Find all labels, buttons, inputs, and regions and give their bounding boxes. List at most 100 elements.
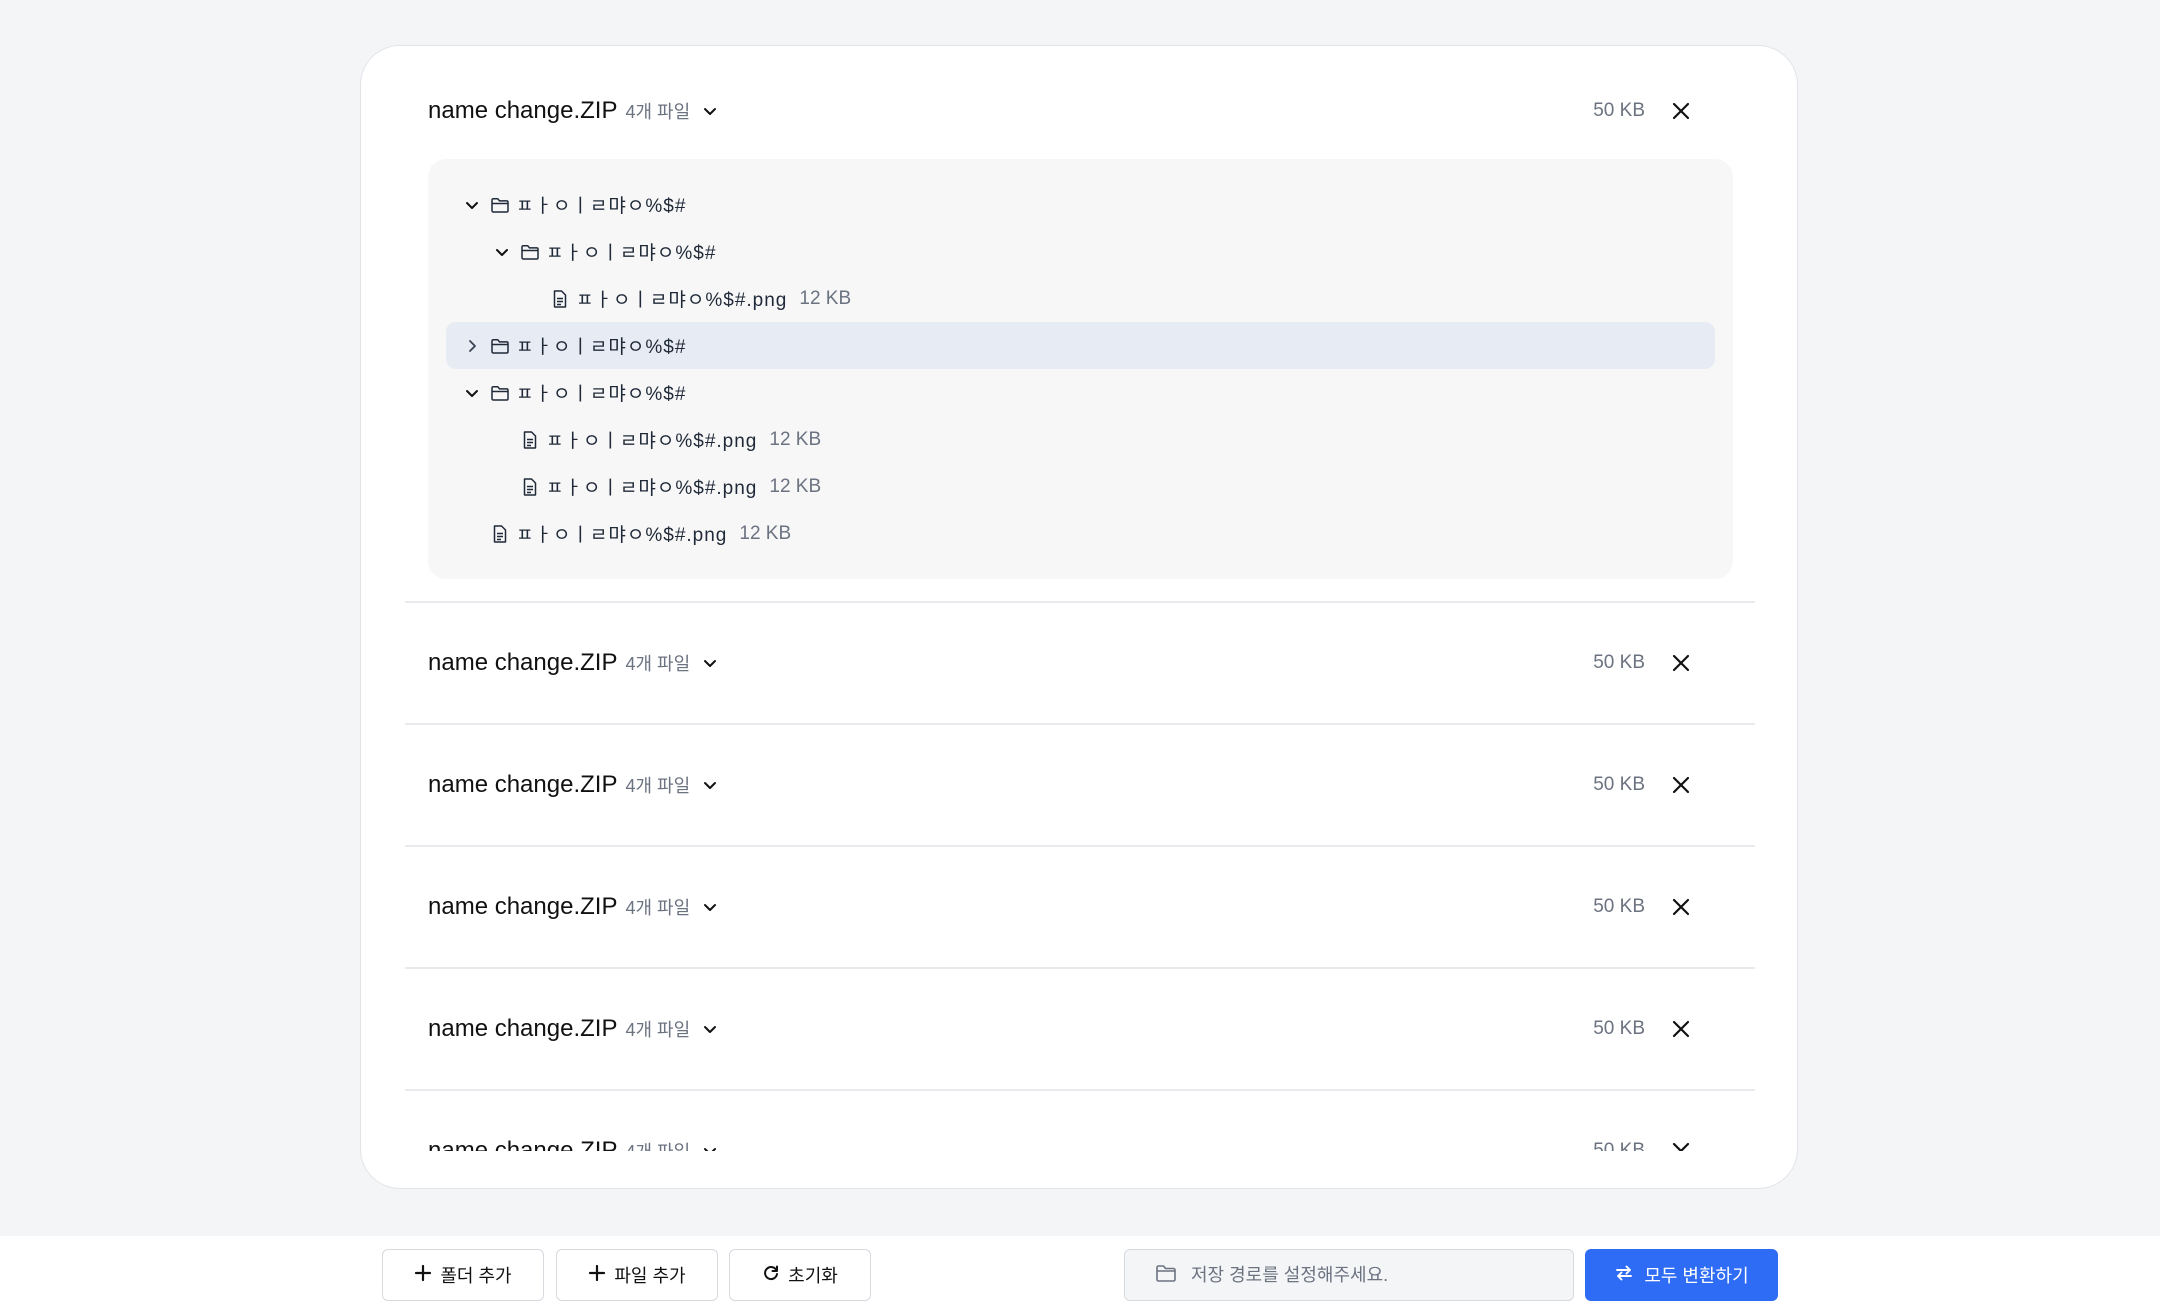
zip-item: name change.ZIP 4개 파일 50 KB [405, 725, 1755, 847]
folder-icon [490, 336, 510, 356]
chevron-down-icon[interactable] [460, 381, 484, 405]
convert-all-label: 모두 변환하기 [1644, 1266, 1749, 1286]
file-icon [520, 430, 540, 450]
zip-header[interactable]: name change.ZIP 4개 파일 50 KB [405, 847, 1755, 967]
zip-name-group: name change.ZIP 4개 파일 [428, 725, 722, 845]
add-folder-label: 폴더 추가 [440, 1266, 512, 1286]
add-file-button[interactable]: 파일 추가 [556, 1249, 718, 1301]
zip-item: name change.ZIP 4개 파일 50 KB [405, 603, 1755, 725]
chevron-down-icon[interactable] [698, 895, 722, 919]
close-icon[interactable] [1667, 97, 1695, 125]
chevron-down-icon[interactable] [698, 1139, 722, 1151]
zip-file-name: name change.ZIP [428, 96, 618, 124]
tree-file-row[interactable]: ㅍㅏㅇㅣㄹ먀ㅇ%$#.png 12 KB [446, 510, 1715, 557]
file-size: 12 KB [739, 522, 792, 544]
folder-name: ㅍㅏㅇㅣㄹ먀ㅇ%$# [516, 384, 687, 405]
zip-file-name: name change.ZIP [428, 649, 618, 676]
save-path-field[interactable] [1124, 1249, 1574, 1301]
zip-meta: 50 KB [1593, 725, 1695, 845]
tree-folder-row[interactable]: ㅍㅏㅇㅣㄹ먀ㅇ%$# [446, 369, 1715, 416]
zip-meta: 50 KB [1593, 603, 1695, 723]
zip-file-count: 4개 파일 [625, 101, 691, 122]
reset-button[interactable]: 초기화 [729, 1249, 871, 1301]
add-folder-button[interactable]: 폴더 추가 [382, 1249, 544, 1301]
zip-size: 50 KB [1593, 1018, 1645, 1039]
close-icon[interactable] [1667, 1015, 1695, 1043]
chevron-down-icon[interactable] [698, 99, 722, 123]
zip-name-group: name change.ZIP 4개 파일 [428, 969, 722, 1089]
tree-folder-row[interactable]: ㅍㅏㅇㅣㄹ먀ㅇ%$# [446, 228, 1715, 275]
zip-meta: 50 KB [1593, 847, 1695, 967]
zip-name-group: name change.ZIP 4개 파일 [428, 603, 722, 723]
chevron-down-icon[interactable] [698, 651, 722, 675]
tree-file-row[interactable]: ㅍㅏㅇㅣㄹ먀ㅇ%$#.png 12 KB [446, 463, 1715, 510]
save-path-input[interactable] [1189, 1263, 1553, 1287]
zip-size: 50 KB [1593, 99, 1645, 121]
chevron-down-icon[interactable] [698, 773, 722, 797]
zip-size: 50 KB [1593, 652, 1645, 673]
zip-header[interactable]: name change.ZIP 4개 파일 50 KB [405, 725, 1755, 845]
folder-icon [490, 195, 510, 215]
close-icon[interactable] [1667, 649, 1695, 677]
folder-icon [1155, 1263, 1177, 1288]
close-icon[interactable] [1667, 771, 1695, 799]
zip-meta: 50 KB [1593, 969, 1695, 1089]
zip-item: name change.ZIP 4개 파일 50 KB [405, 969, 1755, 1091]
folder-icon [520, 242, 540, 262]
zip-file-count: 4개 파일 [625, 1138, 690, 1151]
file-name: ㅍㅏㅇㅣㄹ먀ㅇ%$#.png [516, 525, 728, 546]
zip-file-name: name change.ZIP [428, 893, 618, 920]
zip-list-card: name change.ZIP 4개 파일 50 KB ㅍㅏㅇㅣㄹ먀ㅇ%$# ㅍㅏㅇㅣㄹ… [360, 45, 1798, 1189]
file-name: ㅍㅏㅇㅣㄹ먀ㅇ%$#.png [546, 478, 758, 499]
zip-item: name change.ZIP 4개 파일 50 KB ㅍㅏㅇㅣㄹ먀ㅇ%$# ㅍㅏㅇㅣㄹ… [405, 46, 1755, 603]
zip-file-count: 4개 파일 [625, 898, 691, 918]
close-icon[interactable] [1667, 893, 1695, 921]
tree-folder-row[interactable]: ㅍㅏㅇㅣㄹ먀ㅇ%$# [446, 181, 1715, 228]
tree-file-row[interactable]: ㅍㅏㅇㅣㄹ먀ㅇ%$#.png 12 KB [446, 275, 1715, 322]
close-icon[interactable] [1667, 1137, 1695, 1151]
file-icon [520, 477, 540, 497]
reset-label: 초기화 [788, 1266, 838, 1286]
zip-header[interactable]: name change.ZIP 4개 파일 50 KB [405, 603, 1755, 723]
plus-icon [588, 1264, 606, 1287]
plus-icon [414, 1264, 432, 1287]
folder-name: ㅍㅏㅇㅣㄹ먀ㅇ%$# [516, 337, 687, 358]
zip-header[interactable]: name change.ZIP 4개 파일 50 KB [405, 1091, 1755, 1151]
file-tree: ㅍㅏㅇㅣㄹ먀ㅇ%$# ㅍㅏㅇㅣㄹ먀ㅇ%$# ㅍㅏㅇㅣㄹ먀ㅇ%$#.png 12 KB ㅍ… [428, 159, 1733, 579]
refresh-icon [762, 1264, 780, 1287]
chevron-right-icon[interactable] [460, 334, 484, 358]
zip-meta: 50 KB [1593, 1091, 1695, 1151]
file-size: 12 KB [799, 287, 852, 309]
tree-folder-row[interactable]: ㅍㅏㅇㅣㄹ먀ㅇ%$# [446, 322, 1715, 369]
zip-file-name: name change.ZIP [428, 1015, 618, 1042]
tree-file-row[interactable]: ㅍㅏㅇㅣㄹ먀ㅇ%$#.png 12 KB [446, 416, 1715, 463]
file-size: 12 KB [769, 475, 822, 497]
zip-size: 50 KB [1593, 896, 1645, 917]
footer-toolbar: 폴더 추가 파일 추가 초기화 모두 변환하기 [0, 1236, 2160, 1316]
folder-name: ㅍㅏㅇㅣㄹ먀ㅇ%$# [546, 243, 717, 264]
zip-file-count: 4개 파일 [625, 1020, 691, 1040]
zip-file-name: name change.ZIP [428, 771, 618, 798]
chevron-down-icon[interactable] [460, 193, 484, 217]
zip-size: 50 KB [1593, 774, 1645, 795]
file-icon [490, 524, 510, 544]
folder-icon [490, 383, 510, 403]
zip-file-name: name change.ZIP [428, 1137, 618, 1151]
chevron-down-icon[interactable] [490, 240, 514, 264]
zip-item: name change.ZIP 4개 파일 50 KB [405, 847, 1755, 969]
file-name: ㅍㅏㅇㅣㄹ먀ㅇ%$#.png [546, 431, 758, 452]
zip-header[interactable]: name change.ZIP 4개 파일 50 KB [405, 969, 1755, 1089]
add-file-label: 파일 추가 [614, 1266, 686, 1286]
chevron-down-icon[interactable] [698, 1017, 722, 1041]
zip-size: 50 KB [1593, 1140, 1645, 1151]
zip-name-group: name change.ZIP 4개 파일 [428, 847, 722, 967]
folder-name: ㅍㅏㅇㅣㄹ먀ㅇ%$# [516, 196, 687, 217]
zip-file-count: 4개 파일 [625, 654, 691, 674]
file-name: ㅍㅏㅇㅣㄹ먀ㅇ%$#.png [576, 290, 788, 311]
zip-item: name change.ZIP 4개 파일 50 KB [405, 1091, 1755, 1151]
zip-list: name change.ZIP 4개 파일 50 KB ㅍㅏㅇㅣㄹ먀ㅇ%$# ㅍㅏㅇㅣㄹ… [405, 46, 1755, 1151]
zip-name-group: name change.ZIP 4개 파일 [428, 1091, 722, 1151]
zip-file-count: 4개 파일 [625, 776, 691, 796]
swap-arrows-icon [1614, 1264, 1634, 1287]
convert-all-button[interactable]: 모두 변환하기 [1585, 1249, 1778, 1301]
